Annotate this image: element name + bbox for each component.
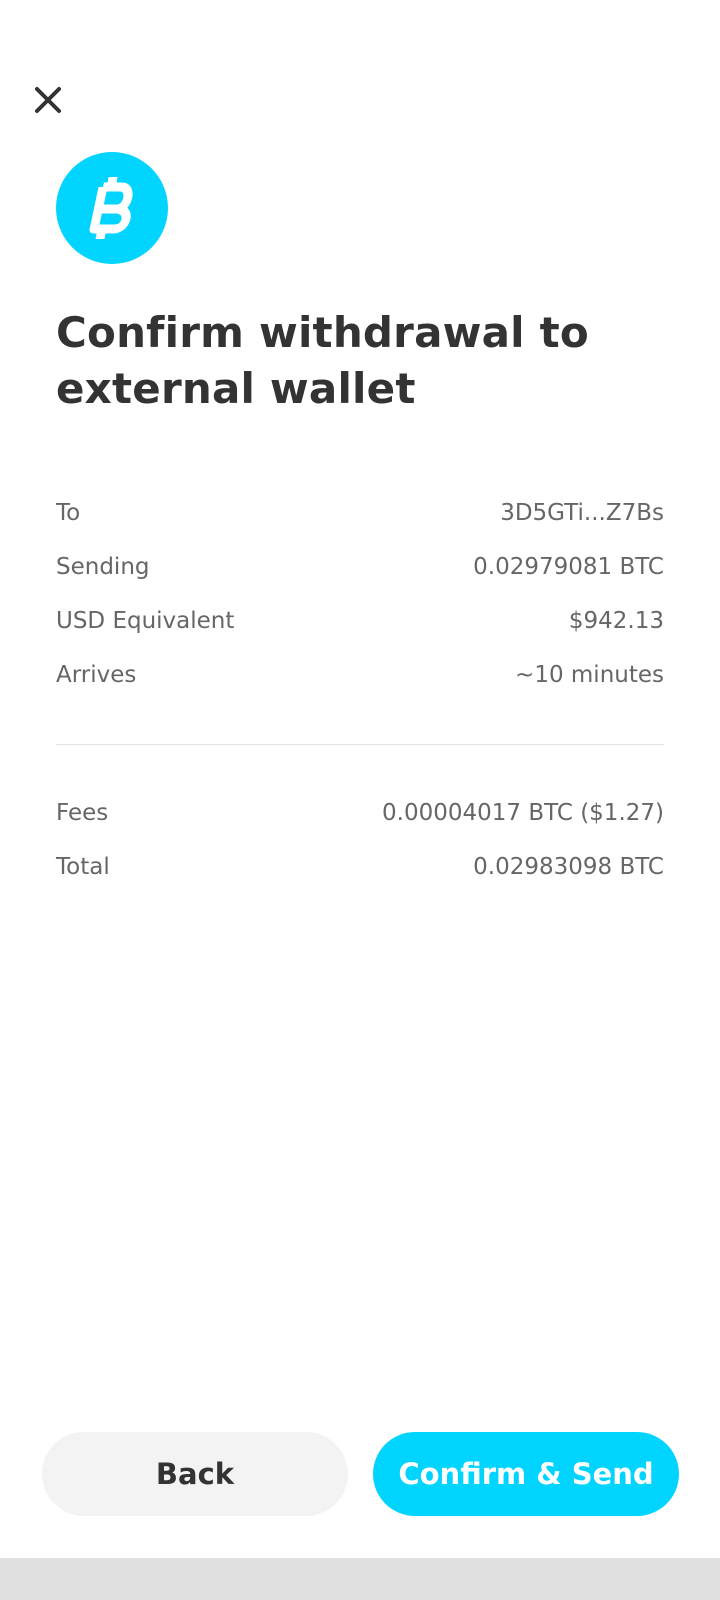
detail-row-sending: Sending 0.02979081 BTC	[56, 540, 664, 594]
bitcoin-icon	[89, 177, 133, 239]
fee-summary: Fees 0.00004017 BTC ($1.27) Total 0.0298…	[56, 786, 664, 894]
detail-value: ~10 minutes	[515, 662, 664, 688]
detail-label: To	[56, 500, 81, 526]
detail-label: Sending	[56, 554, 150, 580]
detail-value: 3D5GTi...Z7Bs	[500, 500, 664, 526]
bitcoin-badge	[56, 152, 168, 264]
withdrawal-confirm-screen: Confirm withdrawal to external wallet To…	[0, 0, 720, 1600]
summary-value: 0.02983098 BTC	[473, 854, 664, 880]
summary-label: Total	[56, 854, 110, 880]
transfer-details: To 3D5GTi...Z7Bs Sending 0.02979081 BTC …	[56, 486, 664, 702]
summary-value: 0.00004017 BTC ($1.27)	[382, 800, 664, 826]
system-navigation-bar	[0, 1558, 720, 1600]
close-button[interactable]	[28, 80, 68, 120]
summary-label: Fees	[56, 800, 109, 826]
detail-label: USD Equivalent	[56, 608, 235, 634]
detail-value: $942.13	[568, 608, 664, 634]
divider	[56, 744, 664, 745]
confirm-send-button[interactable]: Confirm & Send	[373, 1432, 679, 1516]
summary-row-fees: Fees 0.00004017 BTC ($1.27)	[56, 786, 664, 840]
detail-row-usd-equivalent: USD Equivalent $942.13	[56, 594, 664, 648]
detail-row-arrives: Arrives ~10 minutes	[56, 648, 664, 702]
detail-row-to: To 3D5GTi...Z7Bs	[56, 486, 664, 540]
page-title: Confirm withdrawal to external wallet	[56, 308, 589, 413]
summary-row-total: Total 0.02983098 BTC	[56, 840, 664, 894]
close-icon	[35, 87, 61, 113]
detail-value: 0.02979081 BTC	[473, 554, 664, 580]
detail-label: Arrives	[56, 662, 137, 688]
back-button[interactable]: Back	[42, 1432, 348, 1516]
